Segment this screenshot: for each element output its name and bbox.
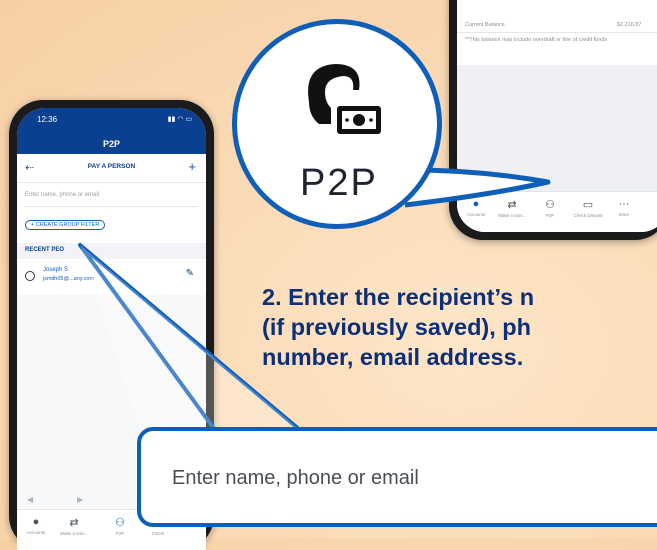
p2p-callout-label: P2P: [300, 162, 378, 204]
person-with-money-icon: [308, 64, 381, 134]
instruction-line-2: (if previously saved), ph: [262, 314, 532, 340]
instruction-line-1: 2. Enter the recipient’s n: [262, 284, 535, 310]
zoomed-search-placeholder: Enter name, phone or email: [172, 467, 419, 489]
instruction-text: 2. Enter the recipient’s n (if previousl…: [262, 282, 657, 372]
instruction-line-3: number, email address.: [262, 344, 524, 370]
